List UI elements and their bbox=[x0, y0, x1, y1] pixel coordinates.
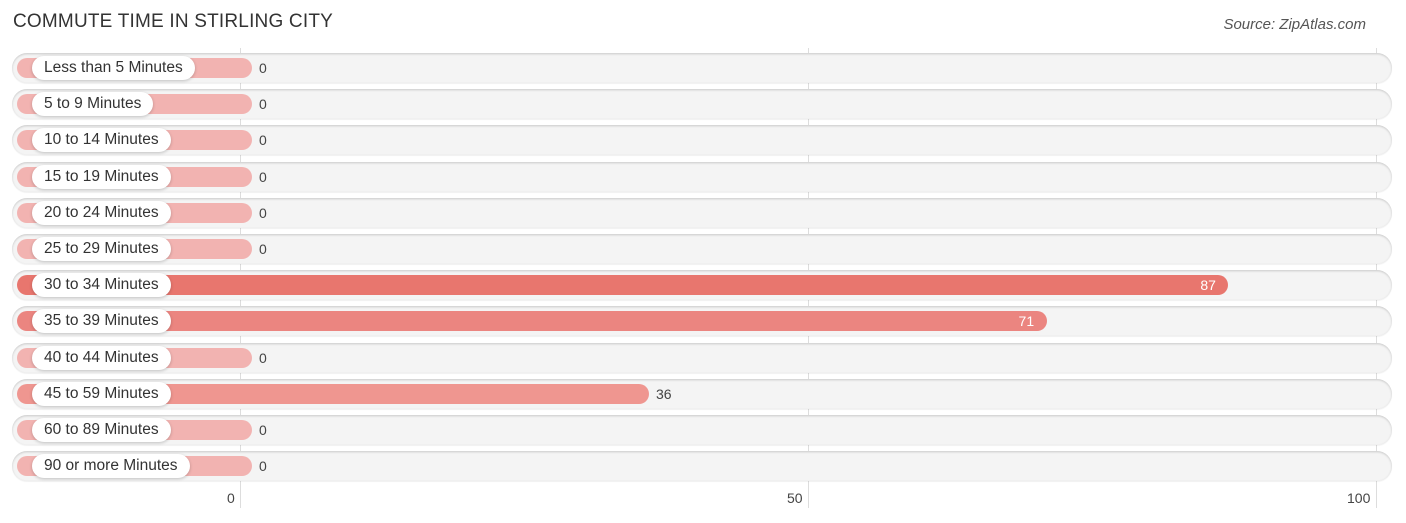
value-label: 0 bbox=[259, 458, 267, 475]
x-tick-label: 50 bbox=[787, 490, 803, 506]
category-label: 30 to 34 Minutes bbox=[32, 273, 171, 298]
category-label: 40 to 44 Minutes bbox=[32, 345, 171, 370]
value-label: 0 bbox=[259, 204, 267, 221]
value-label: 0 bbox=[259, 349, 267, 366]
category-label: Less than 5 Minutes bbox=[32, 56, 195, 80]
value-label: 87 bbox=[1200, 277, 1216, 294]
category-label: 60 to 89 Minutes bbox=[32, 418, 171, 442]
category-label: 15 to 19 Minutes bbox=[32, 164, 171, 189]
x-tick-label: 100 bbox=[1347, 490, 1371, 506]
bar-chart: Less than 5 Minutes 0 5 to 9 Minutes 0 10 to… bbox=[0, 0, 1406, 523]
category-label: 20 to 24 Minutes bbox=[32, 200, 171, 225]
value-label: 71 bbox=[1018, 313, 1035, 330]
category-label: 35 to 39 Minutes bbox=[32, 309, 171, 334]
category-label: 45 to 59 Minutes bbox=[32, 381, 171, 406]
value-label: 0 bbox=[259, 60, 267, 76]
category-label: 10 to 14 Minutes bbox=[32, 128, 171, 153]
bar bbox=[17, 311, 1047, 332]
value-label: 0 bbox=[259, 168, 267, 185]
value-label: 0 bbox=[259, 422, 267, 438]
x-tick-label: 0 bbox=[227, 490, 235, 506]
bar bbox=[17, 275, 1229, 296]
value-label: 0 bbox=[259, 96, 267, 113]
category-label: 25 to 29 Minutes bbox=[32, 237, 171, 261]
value-label: 0 bbox=[259, 241, 267, 257]
category-label: 5 to 9 Minutes bbox=[32, 92, 154, 117]
value-label: 0 bbox=[259, 132, 267, 149]
category-label: 90 or more Minutes bbox=[32, 454, 190, 479]
value-label: 36 bbox=[655, 385, 672, 402]
